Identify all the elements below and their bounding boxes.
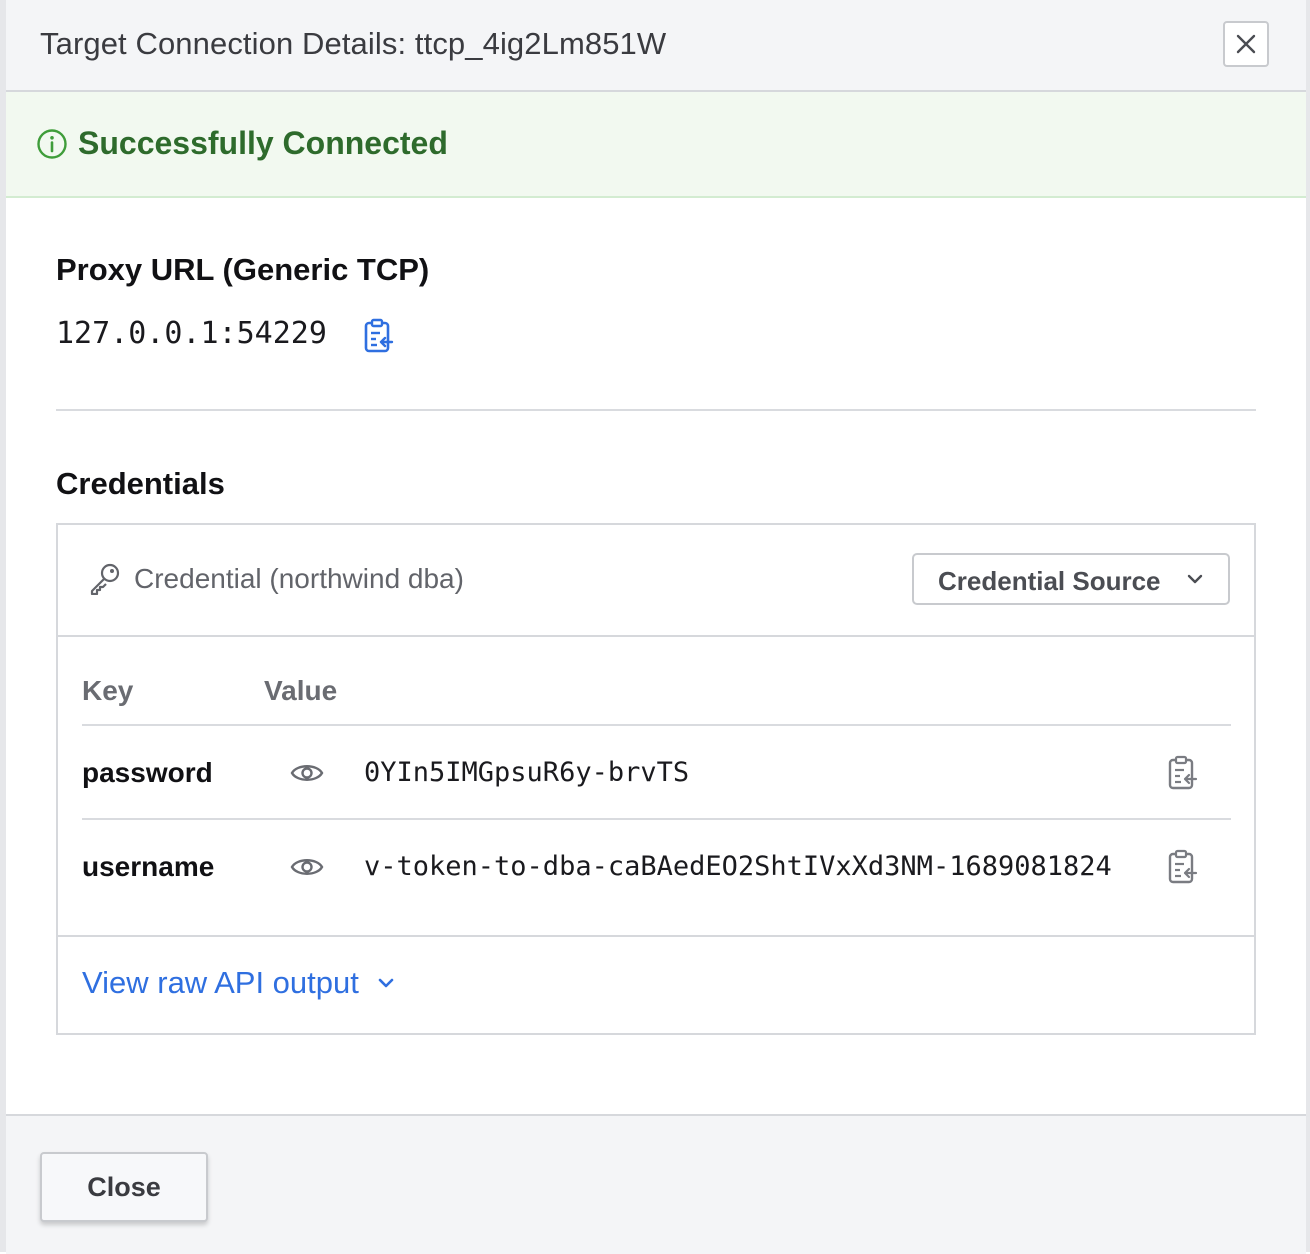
chevron-down-icon (378, 978, 394, 988)
clipboard-copy-icon[interactable] (1166, 755, 1198, 791)
row-value-username: v-token-to-dba-caBAedEO2ShtIVxXd3NM-1689… (364, 851, 1112, 882)
proxy-url-value: 127.0.0.1:54229 (56, 316, 327, 351)
row-divider (82, 818, 1231, 820)
close-button[interactable]: Close (40, 1152, 208, 1222)
raw-output-divider (58, 935, 1254, 937)
eye-icon[interactable] (290, 855, 324, 879)
clipboard-copy-icon[interactable] (362, 318, 394, 354)
key-icon (90, 563, 120, 595)
column-header-value: Value (264, 675, 338, 706)
chevron-down-icon (1187, 574, 1203, 584)
table-header-divider (82, 724, 1231, 726)
credential-source-dropdown[interactable]: Credential Source (912, 553, 1230, 605)
row-value-password: 0YIn5IMGpsuR6y-brvTS (364, 757, 690, 788)
success-banner: Successfully Connected (6, 92, 1306, 198)
raw-output-label: View raw API output (82, 965, 359, 1000)
row-key-password: password (82, 757, 213, 788)
info-circle-icon (37, 129, 67, 159)
clipboard-copy-icon[interactable] (1166, 849, 1198, 885)
modal-close-button[interactable] (1223, 21, 1269, 67)
close-icon (1236, 34, 1256, 54)
column-header-key: Key (82, 675, 134, 706)
connection-details-modal: Target Connection Details: ttcp_4ig2Lm85… (0, 0, 1310, 1254)
modal-footer: Close (6, 1114, 1306, 1254)
credential-panel: Credential (northwind dba) Credential So… (56, 523, 1256, 1035)
credentials-heading: Credentials (56, 466, 225, 501)
eye-icon[interactable] (290, 761, 324, 785)
success-text: Successfully Connected (78, 125, 448, 161)
credential-source-label: Credential Source (938, 566, 1161, 596)
credential-label: Credential (northwind dba) (134, 563, 464, 594)
view-raw-api-output-link[interactable]: View raw API output (82, 965, 395, 1001)
section-divider (56, 409, 1256, 411)
credential-panel-header: Credential (northwind dba) Credential So… (58, 525, 1254, 637)
row-key-username: username (82, 851, 215, 882)
modal-header: Target Connection Details: ttcp_4ig2Lm85… (6, 0, 1306, 92)
modal-title: Target Connection Details: ttcp_4ig2Lm85… (40, 26, 667, 61)
proxy-url-heading: Proxy URL (Generic TCP) (56, 252, 430, 287)
